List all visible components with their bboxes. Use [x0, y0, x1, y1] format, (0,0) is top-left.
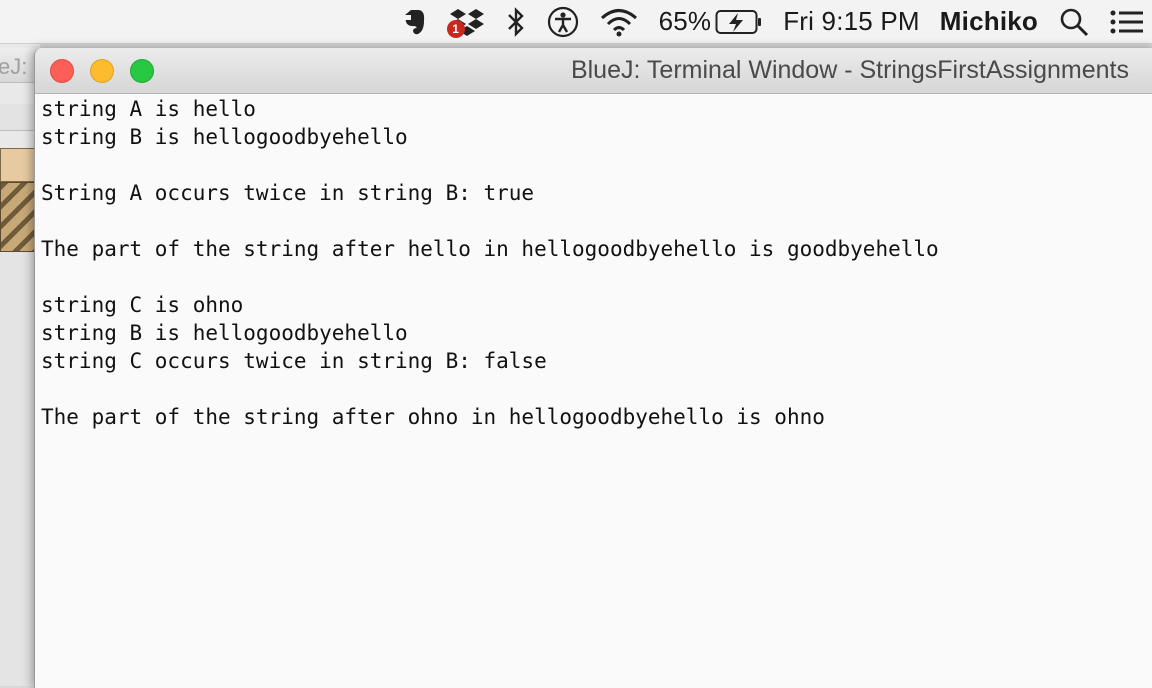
- terminal-line: String A occurs twice in string B: true: [41, 181, 535, 205]
- maximize-button[interactable]: [130, 59, 154, 83]
- terminal-line: The part of the string after ohno in hel…: [41, 405, 825, 429]
- search-icon[interactable]: [1058, 6, 1090, 38]
- battery-icon: [715, 9, 762, 34]
- terminal-line: string C is ohno: [41, 293, 244, 317]
- clock[interactable]: Fri 9:15 PM: [783, 6, 920, 37]
- close-button[interactable]: [50, 59, 74, 83]
- evernote-icon[interactable]: [399, 7, 429, 37]
- accessibility-icon[interactable]: [547, 6, 579, 38]
- battery-percent: 65%: [658, 6, 712, 36]
- bluetooth-icon[interactable]: [505, 6, 527, 37]
- user-menu[interactable]: Michiko: [940, 6, 1038, 37]
- dropbox-icon[interactable]: 1: [446, 6, 485, 38]
- window-titlebar[interactable]: BlueJ: Terminal Window - StringsFirstAss…: [35, 48, 1152, 94]
- battery-status[interactable]: 65%: [659, 6, 764, 37]
- menu-bar: 1 65% Fri 9:15 PM Michiko: [0, 0, 1152, 44]
- terminal-output[interactable]: string A is hello string B is hellogoodby…: [41, 95, 1152, 688]
- terminal-line: string B is hellogoodbyehello: [41, 125, 408, 149]
- notification-badge: 1: [446, 19, 465, 38]
- terminal-line: The part of the string after hello in he…: [41, 237, 939, 261]
- background-window-title: eJ:: [0, 54, 28, 79]
- window-title: BlueJ: Terminal Window - StringsFirstAss…: [570, 56, 1129, 84]
- terminal-window: BlueJ: Terminal Window - StringsFirstAss…: [34, 48, 1152, 688]
- wifi-icon[interactable]: [599, 7, 639, 37]
- terminal-line: string C occurs twice in string B: false: [41, 349, 547, 373]
- minimize-button[interactable]: [90, 59, 114, 83]
- list-icon[interactable]: [1110, 8, 1144, 36]
- terminal-line: string A is hello: [41, 97, 256, 121]
- terminal-line: string B is hellogoodbyehello: [41, 321, 408, 345]
